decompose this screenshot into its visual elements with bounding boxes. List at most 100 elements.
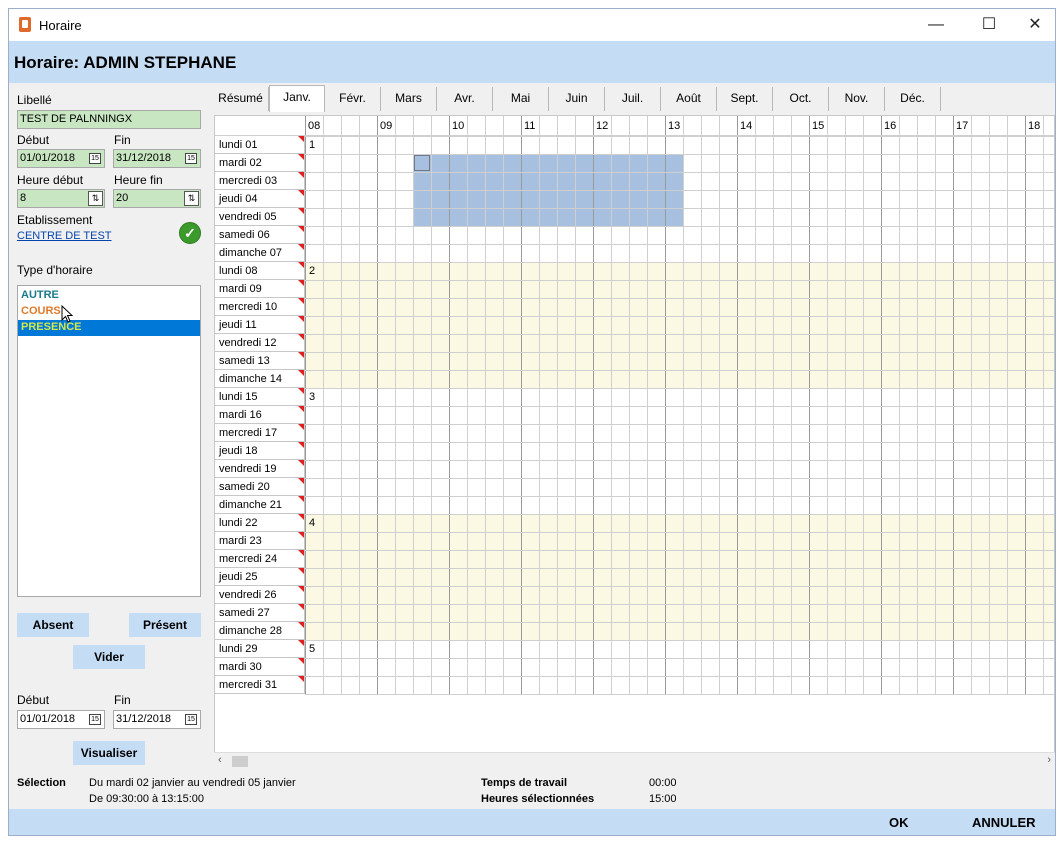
- hour-label: 17: [956, 120, 969, 132]
- window-title: Horaire: [39, 18, 82, 33]
- vider-button[interactable]: Vider: [73, 645, 145, 669]
- schedule-grid[interactable]: 08 09 10 11 12 13 14 15 16 17 18 lundi 01 mardi 02 m…: [214, 115, 1055, 769]
- calendar-icon[interactable]: 15: [185, 714, 197, 725]
- libelle-field[interactable]: TEST DE PALNNINGX: [17, 110, 201, 129]
- selection-line1: Du mardi 02 janvier au vendredi 05 janvi…: [89, 777, 296, 789]
- tab-12[interactable]: Déc.: [885, 87, 941, 111]
- day-label: mardi 02: [215, 154, 305, 172]
- temps-travail-value: 00:00: [649, 777, 677, 789]
- day-label: mercredi 17: [215, 424, 305, 442]
- fin-date-field[interactable]: 31/12/2018 15: [113, 149, 201, 168]
- flag-icon: [298, 280, 304, 286]
- flag-icon: [298, 514, 304, 520]
- tab-7[interactable]: Juil.: [605, 87, 661, 111]
- heure-fin-value: 20: [116, 192, 129, 204]
- flag-icon: [298, 208, 304, 214]
- day-label: lundi 01: [215, 136, 305, 154]
- ok-button[interactable]: OK: [889, 815, 909, 830]
- close-button[interactable]: ✕: [1020, 13, 1050, 37]
- day-label: lundi 29: [215, 640, 305, 658]
- footer-bar: OK ANNULER: [9, 809, 1055, 835]
- day-label-text: mercredi 03: [219, 175, 278, 187]
- day-label: mardi 16: [215, 406, 305, 424]
- minimize-button[interactable]: —: [921, 13, 951, 37]
- day-label-text: jeudi 18: [219, 445, 258, 457]
- hour-label: 10: [452, 120, 465, 132]
- fin-date-value: 31/12/2018: [116, 152, 172, 164]
- flag-icon: [298, 640, 304, 646]
- heure-fin-field[interactable]: 20 ⇅: [113, 189, 201, 208]
- fin2-date-field[interactable]: 31/12/2018 15: [113, 710, 201, 729]
- hour-label: 15: [812, 120, 825, 132]
- heures-selectionnees-value: 15:00: [649, 793, 677, 805]
- tab-0[interactable]: Résumé: [213, 87, 269, 111]
- month-tabs: Résumé Janv. Févr. Mars Avr. Mai Juin Juil. Août…: [213, 85, 1055, 112]
- heure-debut-field[interactable]: 8 ⇅: [17, 189, 105, 208]
- day-label-text: vendredi 05: [219, 211, 277, 223]
- hour-label: 09: [380, 120, 393, 132]
- calendar-icon[interactable]: 15: [89, 714, 101, 725]
- tab-1[interactable]: Janv.: [269, 85, 325, 112]
- page-title: Horaire: ADMIN STEPHANE: [14, 53, 237, 72]
- scroll-right-icon[interactable]: ›: [1047, 754, 1051, 766]
- visualiser-button[interactable]: Visualiser: [73, 741, 145, 765]
- tab-4[interactable]: Avr.: [437, 87, 493, 111]
- day-label-text: lundi 22: [219, 517, 258, 529]
- absent-button[interactable]: Absent: [17, 613, 89, 637]
- annuler-button[interactable]: ANNULER: [972, 815, 1036, 830]
- debut2-date-field[interactable]: 01/01/2018 15: [17, 710, 105, 729]
- tab-10[interactable]: Oct.: [773, 87, 829, 111]
- tab-5[interactable]: Mai: [493, 87, 549, 111]
- day-label: mercredi 10: [215, 298, 305, 316]
- selection-panel: Sélection Du mardi 02 janvier au vendred…: [9, 771, 1055, 809]
- etablissement-link[interactable]: CENTRE DE TEST: [17, 230, 112, 242]
- maximize-button[interactable]: ☐: [974, 13, 1004, 37]
- scroll-left-icon[interactable]: ‹: [218, 754, 222, 766]
- flag-icon: [298, 676, 304, 682]
- day-label: mardi 09: [215, 280, 305, 298]
- flag-icon: [298, 604, 304, 610]
- day-label: samedi 13: [215, 352, 305, 370]
- flag-icon: [298, 370, 304, 376]
- day-label-text: mercredi 10: [219, 301, 278, 313]
- day-label-text: samedi 13: [219, 355, 270, 367]
- spinner-icon[interactable]: ⇅: [184, 191, 199, 206]
- day-label-text: samedi 27: [219, 607, 270, 619]
- flag-icon: [298, 658, 304, 664]
- calendar-icon[interactable]: 15: [185, 153, 197, 164]
- grid-canvas[interactable]: [215, 116, 1055, 696]
- tab-6[interactable]: Juin: [549, 87, 605, 111]
- tab-9[interactable]: Sept.: [717, 87, 773, 111]
- horizontal-scrollbar[interactable]: ‹ ›: [214, 752, 1055, 769]
- present-button[interactable]: Présent: [129, 613, 201, 637]
- day-label: mardi 23: [215, 532, 305, 550]
- week-number: 1: [309, 139, 316, 151]
- tab-2[interactable]: Févr.: [325, 87, 381, 111]
- tab-11[interactable]: Nov.: [829, 87, 885, 111]
- heure-debut-value: 8: [20, 192, 27, 204]
- tab-8[interactable]: Août: [661, 87, 717, 111]
- type-item-presence[interactable]: PRESENCE: [18, 320, 200, 336]
- day-label-text: mardi 30: [219, 661, 262, 673]
- flag-icon: [298, 352, 304, 358]
- flag-icon: [298, 226, 304, 232]
- debut-date-field[interactable]: 01/01/2018 15: [17, 149, 105, 168]
- day-label-text: mardi 16: [219, 409, 262, 421]
- day-label-text: vendredi 26: [219, 589, 277, 601]
- day-label-text: lundi 15: [219, 391, 258, 403]
- heure-debut-label: Heure début: [17, 173, 84, 187]
- calendar-icon[interactable]: 15: [89, 153, 101, 164]
- day-label: lundi 22: [215, 514, 305, 532]
- tab-3[interactable]: Mars: [381, 87, 437, 111]
- day-label-text: lundi 08: [219, 265, 258, 277]
- scrollbar-thumb[interactable]: [232, 756, 248, 767]
- day-label: jeudi 25: [215, 568, 305, 586]
- spinner-icon[interactable]: ⇅: [88, 191, 103, 206]
- flag-icon: [298, 190, 304, 196]
- day-label: dimanche 21: [215, 496, 305, 514]
- day-label-text: mercredi 24: [219, 553, 278, 565]
- type-item-autre[interactable]: AUTRE: [18, 288, 200, 304]
- type-horaire-list[interactable]: AUTRE COURS PRESENCE: [17, 285, 201, 597]
- type-item-cours[interactable]: COURS: [18, 304, 200, 320]
- selection-label: Sélection: [17, 777, 66, 789]
